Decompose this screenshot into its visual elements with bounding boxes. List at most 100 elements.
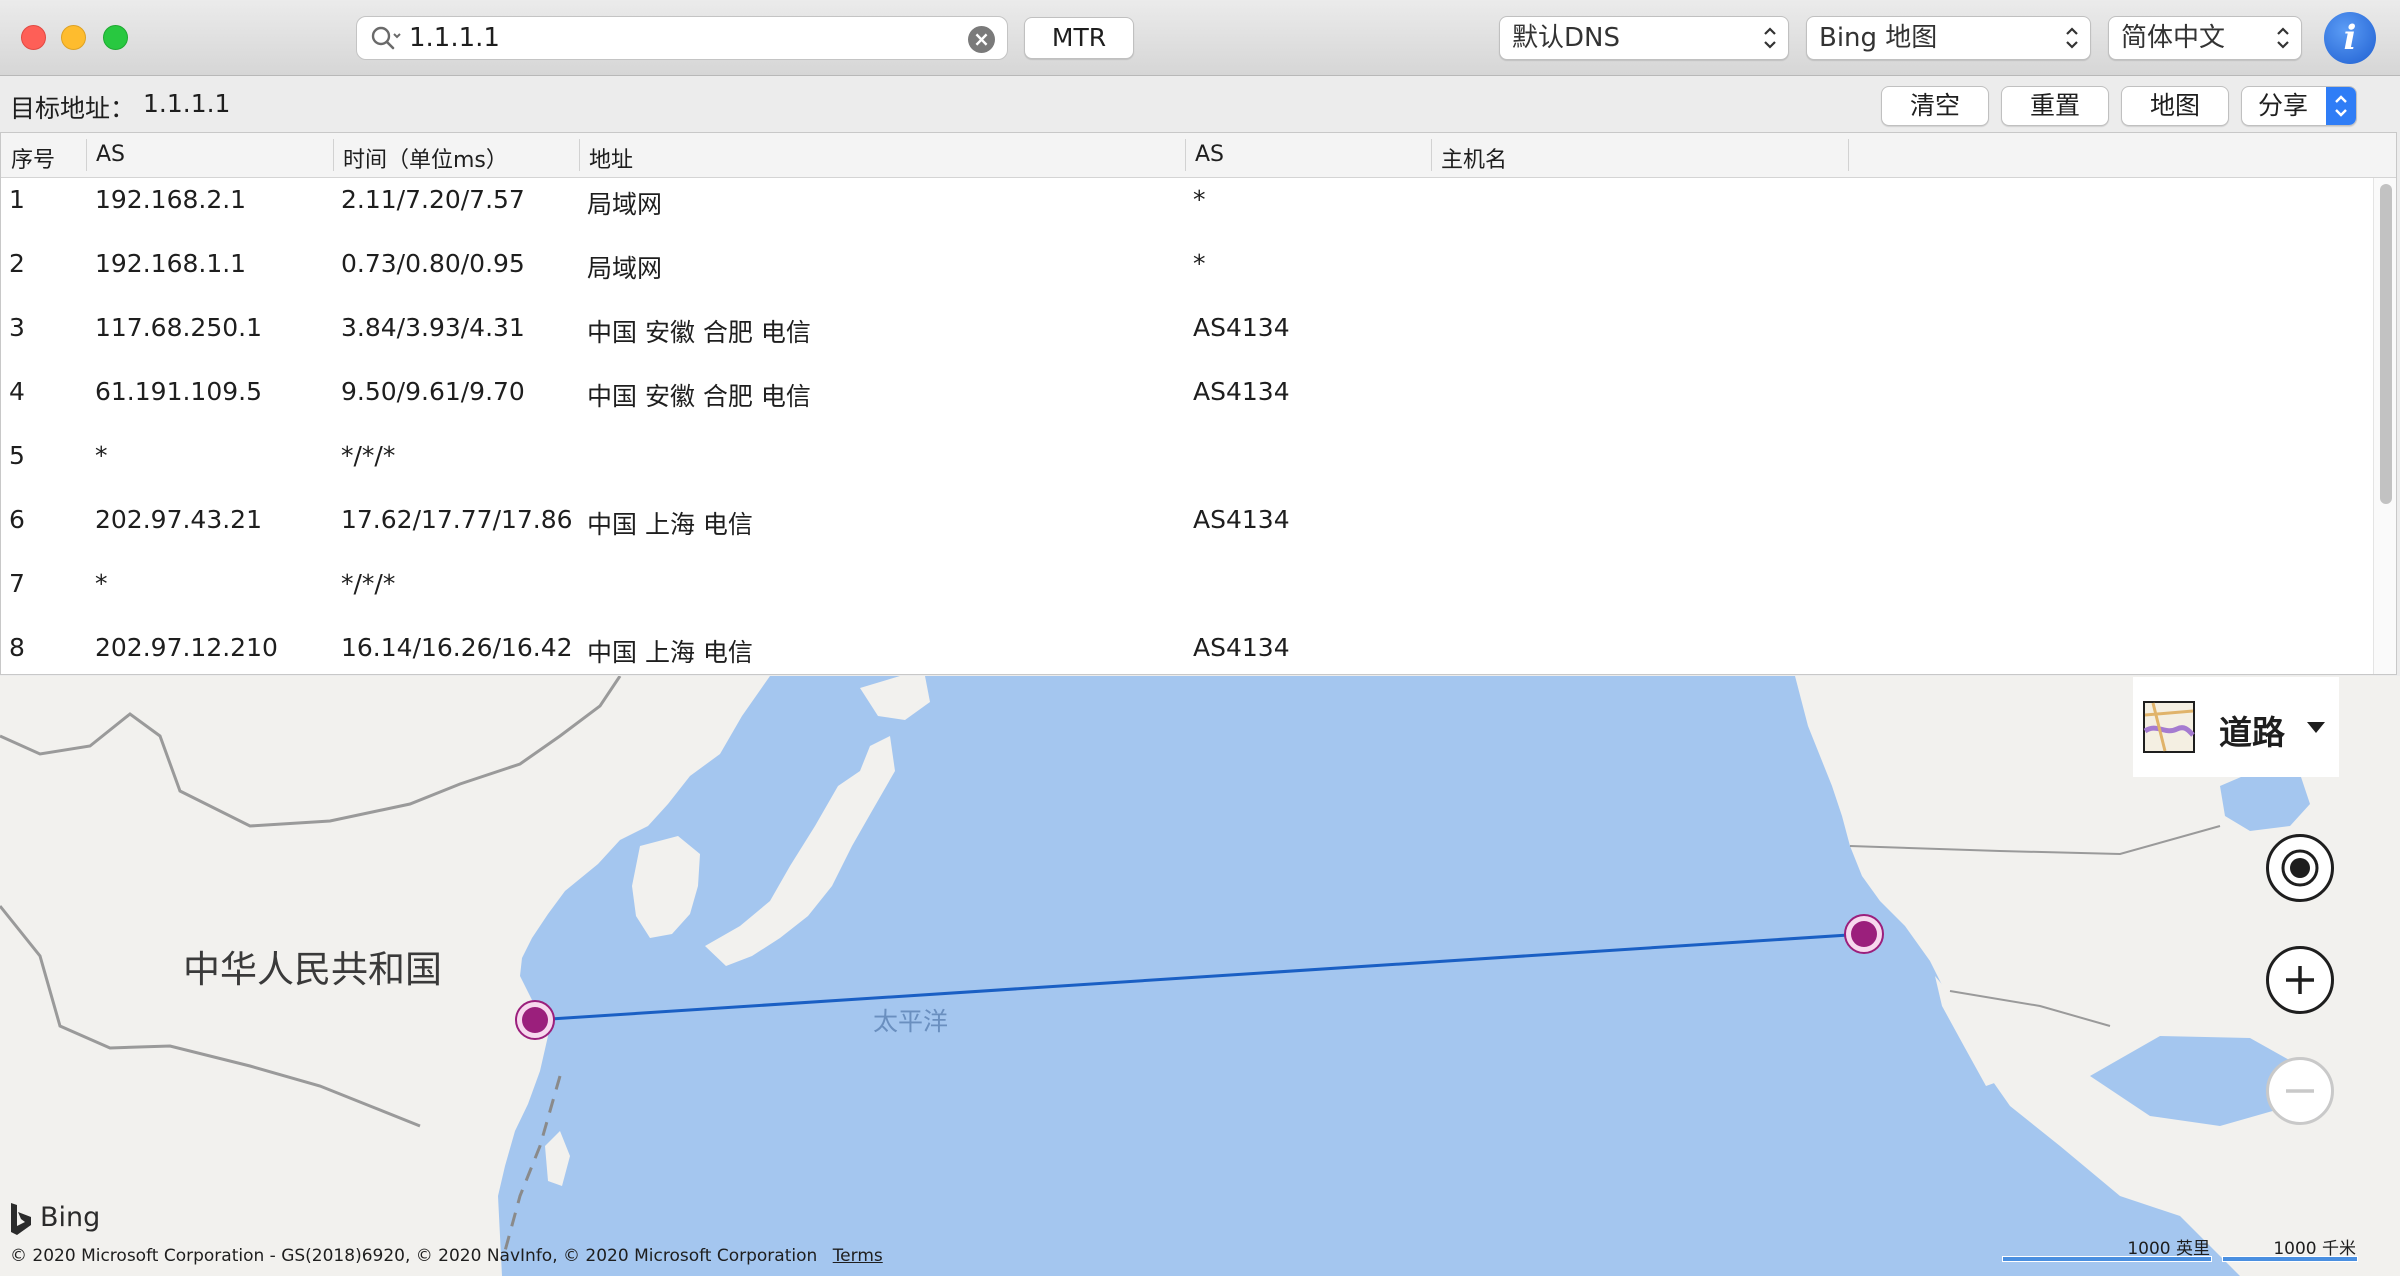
scale-bar-miles: 1000 英里 [2002,1234,2212,1264]
cell-ip: 61.191.109.5 [95,377,262,406]
copyright-text: © 2020 Microsoft Corporation - GS(2018)6… [10,1246,818,1266]
table-row[interactable]: 6 202.97.43.21 17.62/17.77/17.86 中国 上海 电… [1,505,2373,569]
share-label: 分享 [2258,91,2309,120]
cell-as: AS4134 [1193,633,1290,662]
map-provider-value: Bing 地图 [1819,23,1938,53]
bing-wordmark: Bing [40,1202,101,1233]
column-header-location[interactable]: 地址 [589,142,633,174]
cell-index: 4 [9,377,25,406]
table-row[interactable]: 8 202.97.12.210 16.14/16.26/16.42 中国 上海 … [1,633,2373,674]
map-button[interactable]: 地图 [2121,86,2229,126]
column-header-hostname[interactable]: 主机名 [1441,142,1507,174]
target-value: 1.1.1.1 [143,89,231,118]
search-field[interactable]: × [356,16,1008,60]
reset-button[interactable]: 重置 [2001,86,2109,126]
clear-search-icon[interactable]: × [968,26,995,53]
column-header-ip[interactable]: AS [96,142,125,167]
cell-location: 局域网 [587,254,663,283]
column-divider[interactable] [579,139,580,171]
column-divider[interactable] [1848,139,1849,171]
column-header-index[interactable]: 序号 [11,142,55,174]
minus-icon [2286,1089,2314,1093]
column-divider[interactable] [86,139,87,171]
cell-time: 17.62/17.77/17.86 [341,505,573,534]
chevron-updown-icon [1764,27,1776,49]
locate-icon [2281,849,2319,887]
cell-time: */*/* [341,441,396,470]
language-select[interactable]: 简体中文 [2108,16,2302,60]
column-divider[interactable] [1185,139,1186,171]
dns-select[interactable]: 默认DNS [1499,16,1789,60]
host-input[interactable] [409,20,929,56]
table-row[interactable]: 3 117.68.250.1 3.84/3.93/4.31 中国 安徽 合肥 电… [1,313,2373,377]
cell-as: * [1193,249,1206,278]
cell-index: 1 [9,185,25,214]
table-row[interactable]: 4 61.191.109.5 9.50/9.61/9.70 中国 安徽 合肥 电… [1,377,2373,441]
scale-km-bar [2222,1256,2358,1262]
column-divider[interactable] [333,139,334,171]
cell-time: 2.11/7.20/7.57 [341,185,525,214]
scale-bar-km: 1000 千米 [2222,1234,2358,1264]
column-header-as[interactable]: AS [1195,142,1224,167]
dns-select-value: 默认DNS [1512,23,1620,53]
cell-index: 3 [9,313,25,342]
target-bar: 目标地址： 1.1.1.1 清空 重置 地图 分享 [0,77,2400,131]
zoom-in-button[interactable] [2266,946,2334,1014]
chevron-updown-icon [2326,87,2356,125]
share-button[interactable]: 分享 [2241,86,2357,126]
table-header: 序号 AS 时间（单位ms） 地址 AS 主机名 [1,133,2396,178]
locate-me-button[interactable] [2266,834,2334,902]
cell-index: 7 [9,569,25,598]
scroll-thumb[interactable] [2380,184,2392,504]
column-header-time[interactable]: 时间（单位ms） [343,142,508,174]
cell-index: 2 [9,249,25,278]
cell-time: 3.84/3.93/4.31 [341,313,525,342]
column-divider[interactable] [1431,139,1432,171]
cell-ip: 192.168.1.1 [95,249,247,278]
plus-icon [2286,966,2314,994]
hokkaido-landmass [860,676,930,720]
bing-icon [11,1203,31,1235]
target-label: 目标地址： [10,94,136,123]
road-map-icon [2143,701,2195,753]
map-provider-select[interactable]: Bing 地图 [1806,16,2091,60]
chevron-updown-icon [2066,27,2078,49]
table-row[interactable]: 2 192.168.1.1 0.73/0.80/0.95 局域网 * [1,249,2373,313]
zoom-out-button[interactable] [2266,1057,2334,1125]
search-icon[interactable] [369,24,403,54]
map-copyright: © 2020 Microsoft Corporation - GS(2018)6… [10,1246,883,1266]
table-scrollbar[interactable] [2373,178,2396,674]
close-window-button[interactable] [21,25,46,50]
map-type-selector[interactable]: 道路 [2133,677,2339,777]
cell-ip: 202.97.43.21 [95,505,262,534]
clear-button[interactable]: 清空 [1881,86,1989,126]
cell-time: 16.14/16.26/16.42 [341,633,573,662]
cell-ip: 192.168.2.1 [95,185,247,214]
table-row[interactable]: 1 192.168.2.1 2.11/7.20/7.57 局域网 * [1,185,2373,249]
cell-ip: * [95,569,108,598]
table-row[interactable]: 5 * */*/* [1,441,2373,505]
table-row[interactable]: 7 * */*/* [1,569,2373,633]
map-view[interactable]: 中华人民共和国 太平洋 道路 Bing © 2020 Microsoft Cor… [0,676,2400,1276]
country-label: 中华人民共和国 [183,948,442,991]
maximize-window-button[interactable] [103,25,128,50]
ocean-label: 太平洋 [873,1007,949,1036]
minimize-window-button[interactable] [61,25,86,50]
route-end-marker[interactable] [1844,914,1884,954]
terms-link[interactable]: Terms [833,1246,883,1266]
caret-down-icon [2307,722,2325,733]
info-icon[interactable]: i [2324,12,2376,64]
cell-ip: * [95,441,108,470]
cell-location: 中国 安徽 合肥 电信 [587,382,811,411]
cell-time: 9.50/9.61/9.70 [341,377,525,406]
mtr-button[interactable]: MTR [1024,17,1134,59]
cell-time: */*/* [341,569,396,598]
chevron-updown-icon [2277,27,2289,49]
trace-table: 序号 AS 时间（单位ms） 地址 AS 主机名 1 192.168.2.1 2… [0,132,2397,675]
cell-location: 局域网 [587,190,663,219]
cell-time: 0.73/0.80/0.95 [341,249,525,278]
scale-miles-bar [2002,1256,2212,1262]
route-start-marker[interactable] [515,1000,555,1040]
cell-ip: 117.68.250.1 [95,313,262,342]
cell-index: 6 [9,505,25,534]
